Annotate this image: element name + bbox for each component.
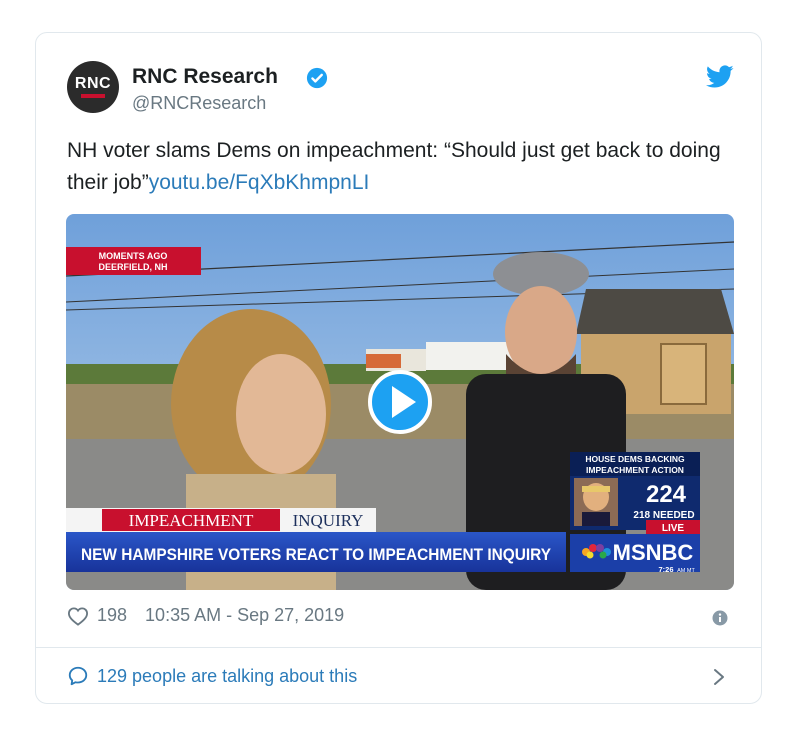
conversation-link[interactable]: 129 people are talking about this	[67, 665, 357, 687]
box-needed: 218 NEEDED	[633, 510, 694, 521]
divider	[36, 647, 761, 648]
avatar[interactable]: RNC	[67, 61, 119, 113]
location-tag-line2: DEERFIELD, NH	[98, 262, 167, 272]
tweet-card: RNC RNC Research @RNCResearch NH voter s…	[35, 32, 762, 704]
video-thumbnail[interactable]: MOMENTS AGO DEERFIELD, NH IMPEACHMENT IN…	[66, 214, 734, 590]
display-name[interactable]: RNC Research	[132, 65, 278, 89]
tweet-text: NH voter slams Dems on impeachment: “Sho…	[67, 135, 737, 199]
heart-icon[interactable]	[67, 606, 89, 626]
network-logo-text: MSNBC	[613, 540, 694, 565]
tweet-meta: 198 10:35 AM - Sep 27, 2019	[67, 605, 344, 626]
like-count[interactable]: 198	[97, 605, 127, 626]
clock-time: 7:26	[658, 565, 673, 574]
speech-bubble-icon	[68, 666, 88, 686]
location-tag-line1: MOMENTS AGO	[99, 251, 168, 261]
headline-text: NEW HAMPSHIRE VOTERS REACT TO IMPEACHMEN…	[81, 545, 552, 564]
live-label: LIVE	[662, 523, 685, 534]
video-frame: MOMENTS AGO DEERFIELD, NH IMPEACHMENT IN…	[66, 214, 734, 590]
chevron-right-icon[interactable]	[712, 667, 726, 687]
twitter-bird-icon[interactable]	[706, 65, 734, 89]
banner-white-text: INQUIRY	[293, 511, 364, 530]
banner-red-text: IMPEACHMENT	[129, 511, 254, 530]
clock-suffix: AM MT	[677, 568, 695, 574]
box-line2: IMPEACHMENT ACTION	[586, 465, 684, 475]
tweet-link[interactable]: youtu.be/FqXbKhmpnLI	[149, 171, 370, 194]
box-line1: HOUSE DEMS BACKING	[585, 454, 685, 464]
box-count: 224	[646, 481, 687, 508]
avatar-text: RNC	[74, 75, 112, 92]
verified-badge-icon	[306, 67, 328, 89]
info-icon[interactable]	[712, 610, 728, 626]
account-handle[interactable]: @RNCResearch	[132, 93, 266, 114]
conversation-text: 129 people are talking about this	[97, 665, 358, 686]
avatar-stripe	[81, 94, 105, 98]
timestamp[interactable]: 10:35 AM - Sep 27, 2019	[145, 605, 344, 626]
